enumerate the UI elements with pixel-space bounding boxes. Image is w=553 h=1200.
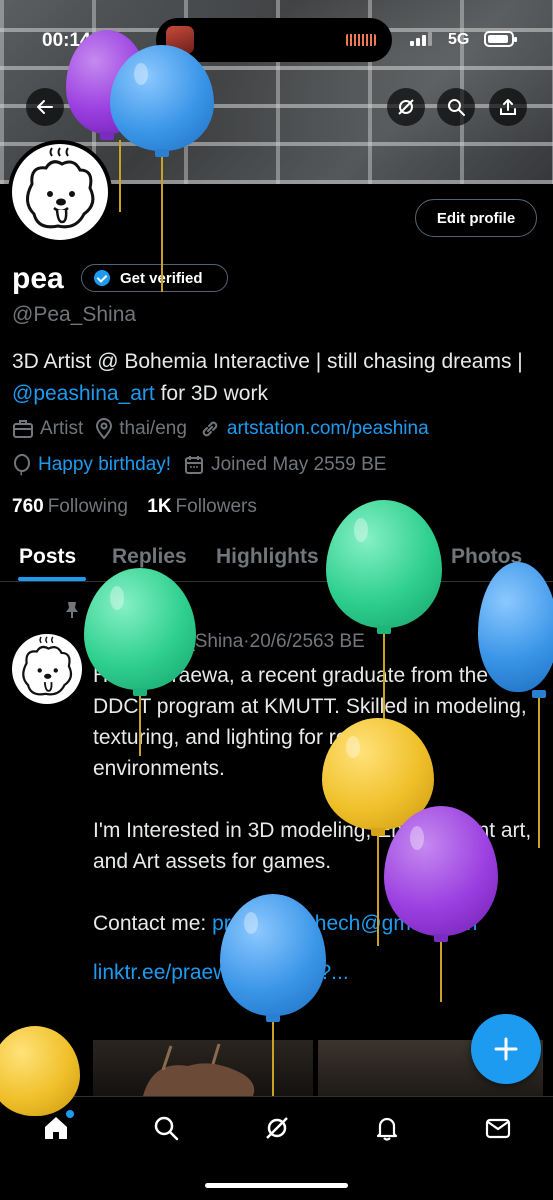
tab-photos[interactable]: Photos <box>451 545 522 569</box>
now-playing-thumbnail <box>166 26 194 54</box>
tab-replies[interactable]: Replies <box>112 545 187 569</box>
location-item: thai/eng <box>95 418 187 440</box>
compose-button[interactable] <box>471 1014 541 1084</box>
home-icon <box>45 1117 67 1139</box>
nav-messages[interactable] <box>483 1113 513 1143</box>
post-author-avatar[interactable] <box>12 634 82 704</box>
profile-name: pea <box>12 262 64 295</box>
website-item[interactable]: artstation.com/peashina <box>199 418 429 440</box>
profile-tabs: Posts Replies Highlights Videos Photos <box>0 540 553 582</box>
search-button[interactable] <box>437 88 475 126</box>
link-icon <box>202 421 218 437</box>
post-media-1[interactable] <box>93 1040 313 1096</box>
search-icon <box>154 1116 179 1141</box>
following-count: 760 <box>12 496 44 517</box>
nav-notifications[interactable] <box>372 1113 402 1143</box>
arrow-left-icon <box>37 100 53 114</box>
joined-item: Joined May 2559 BE <box>183 454 386 476</box>
share-icon <box>500 99 516 115</box>
dog-avatar-illustration <box>26 147 95 229</box>
post-author-name[interactable]: pea <box>93 631 126 652</box>
briefcase-icon <box>13 420 33 438</box>
share-button[interactable] <box>489 88 527 126</box>
follow-stats: 760 Following 1K Followers <box>12 496 257 518</box>
birthday-item: Happy birthday! <box>12 454 171 476</box>
bio-text: 3D Artist @ Bohemia Interactive | still … <box>12 350 523 373</box>
calendar-icon <box>185 456 204 474</box>
website-link[interactable]: artstation.com/peashina <box>227 418 429 440</box>
search-icon <box>448 99 465 116</box>
pin-icon <box>66 602 78 618</box>
grok-icon <box>266 1117 288 1139</box>
dynamic-island[interactable] <box>156 18 392 62</box>
tab-posts[interactable]: Posts <box>19 545 76 569</box>
followers-label: Followers <box>175 496 257 517</box>
get-verified-label: Get verified <box>120 269 203 287</box>
profile-bio: 3D Artist @ Bohemia Interactive | still … <box>12 346 532 410</box>
nav-search[interactable] <box>151 1113 181 1143</box>
profile-avatar[interactable] <box>8 140 112 244</box>
nav-home[interactable] <box>41 1110 74 1143</box>
grok-icon <box>398 99 414 115</box>
contact-email-link[interactable]: praewaekphech@gmail.com <box>212 912 477 935</box>
post-header: pea @Pea_Shina·20/6/2563 BE <box>93 631 365 653</box>
post-author-handle: @Pea_Shina <box>131 631 244 652</box>
back-button[interactable] <box>26 88 64 126</box>
notification-dot <box>66 1110 74 1118</box>
bottom-navigation <box>0 1096 553 1200</box>
status-bar: 00:14 5G <box>0 18 553 62</box>
pinned-indicator: Pinned <box>64 600 147 620</box>
get-verified-button[interactable]: Get verified <box>81 264 228 292</box>
edit-profile-button[interactable]: Edit profile <box>415 199 537 237</box>
dog-avatar-illustration <box>22 636 73 696</box>
grok-button[interactable] <box>387 88 425 126</box>
post-date: 20/6/2563 BE <box>249 631 365 652</box>
followers-count: 1K <box>147 496 172 517</box>
category-item: Artist <box>12 418 83 440</box>
profile-handle: @Pea_Shina <box>12 303 137 326</box>
mail-icon <box>485 1118 511 1139</box>
balloon-icon <box>14 454 30 476</box>
verified-badge-icon <box>94 270 110 286</box>
following-label: Following <box>47 496 128 517</box>
post-more-button[interactable] <box>516 630 536 653</box>
battery-icon <box>484 31 517 47</box>
plus-icon <box>494 1037 518 1061</box>
status-time: 00:14 <box>42 30 91 51</box>
bio-mention-link[interactable]: @peashina_art <box>12 382 155 405</box>
contact-prefix: Contact me: <box>93 912 213 935</box>
location-arrow-icon <box>105 33 119 47</box>
network-type: 5G <box>448 31 470 48</box>
joined-label: Joined May 2559 BE <box>211 454 387 475</box>
category-label: Artist <box>40 418 84 439</box>
birthday-label: Happy birthday! <box>38 454 172 475</box>
followers-link[interactable]: 1K Followers <box>147 496 257 517</box>
audio-waveform-icon <box>346 34 376 46</box>
tab-highlights[interactable]: Highlights <box>216 545 319 569</box>
post-paragraph: Hi, I'm Praewa, a recent graduate from t… <box>93 664 527 780</box>
tab-videos[interactable]: Videos <box>352 545 420 569</box>
nav-grok[interactable] <box>262 1113 292 1143</box>
more-dots-icon <box>517 642 535 646</box>
post-link[interactable]: linktr.ee/praewaekphech?... <box>93 957 543 988</box>
profile-meta-row-1: Artist thai/eng artstation.com/peashina <box>12 416 441 442</box>
profile-meta-row-2: Happy birthday! Joined May 2559 BE <box>12 452 398 478</box>
signal-icon <box>410 32 432 46</box>
post-paragraph: I'm Interested in 3D modeling, Environme… <box>93 819 532 873</box>
bio-text-end: for 3D work <box>154 382 268 405</box>
post-contact: Contact me: praewaekphech@gmail.com <box>93 908 543 939</box>
location-pin-icon <box>96 418 113 440</box>
location-label: thai/eng <box>119 418 187 439</box>
following-link[interactable]: 760 Following <box>12 496 128 517</box>
post-body: Hi, I'm Praewa, a recent graduate from t… <box>93 660 543 1019</box>
home-indicator <box>205 1183 348 1188</box>
media-thumbnail-image <box>143 1043 255 1096</box>
bell-icon <box>376 1117 398 1141</box>
active-tab-indicator <box>18 577 86 581</box>
pinned-label: Pinned <box>90 600 147 619</box>
